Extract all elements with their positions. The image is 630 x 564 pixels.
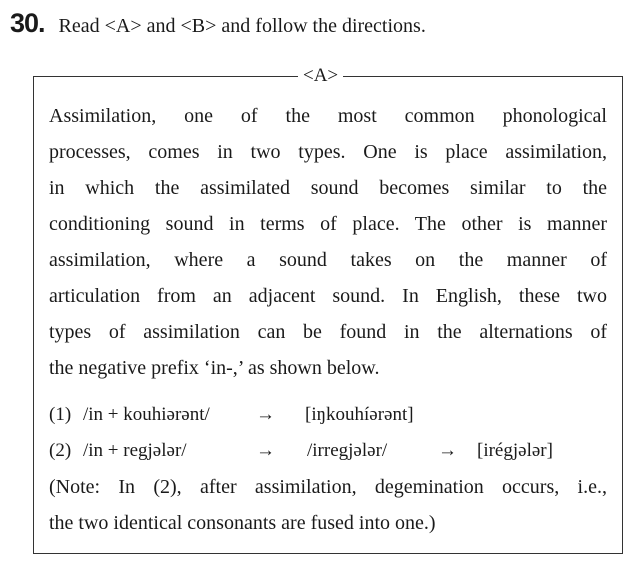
arrow: → <box>438 440 457 461</box>
paragraph-line: articulation from an adjacent sound. In … <box>49 285 607 307</box>
note-line: the two identical consonants are fused i… <box>49 512 436 534</box>
question-number: 30. <box>10 8 46 38</box>
paragraph-line: in which the assimilated sound becomes s… <box>49 177 607 199</box>
example-number: (1) <box>49 404 72 425</box>
example-number: (2) <box>49 440 72 461</box>
note-line: (Note: In (2), after assimilation, degem… <box>49 476 607 498</box>
example-surface-form: [irégjələr] <box>477 440 553 461</box>
question-instruction: Read <A> and <B> and follow the directio… <box>58 15 426 37</box>
question-header: 30. Read <A> and <B> and follow the direc… <box>10 8 426 39</box>
paragraph-line: processes, comes in two types. One is pl… <box>49 141 607 163</box>
arrow: → <box>256 440 275 461</box>
example-intermediate-form: /irregjələr/ <box>307 440 388 461</box>
example-underlying-form: /in + regjələr/ <box>83 440 187 461</box>
example-surface-form: [iŋkouhíərənt] <box>305 404 414 425</box>
paragraph-line: the negative prefix ‘in-,’ as shown belo… <box>49 357 380 379</box>
paragraph-line: Assimilation, one of the most common pho… <box>49 105 607 127</box>
paragraph-line: assimilation, where a sound takes on the… <box>49 249 607 271</box>
passage-box-a: <A> Assimilation, one of the most common… <box>33 65 623 554</box>
paragraph-line: types of assimilation can be found in th… <box>49 321 607 343</box>
example-underlying-form: /in + kouhiərənt/ <box>83 404 210 425</box>
box-label: <A> <box>298 65 344 87</box>
paragraph-line: conditioning sound in terms of place. Th… <box>49 213 607 235</box>
arrow: → <box>256 404 275 425</box>
